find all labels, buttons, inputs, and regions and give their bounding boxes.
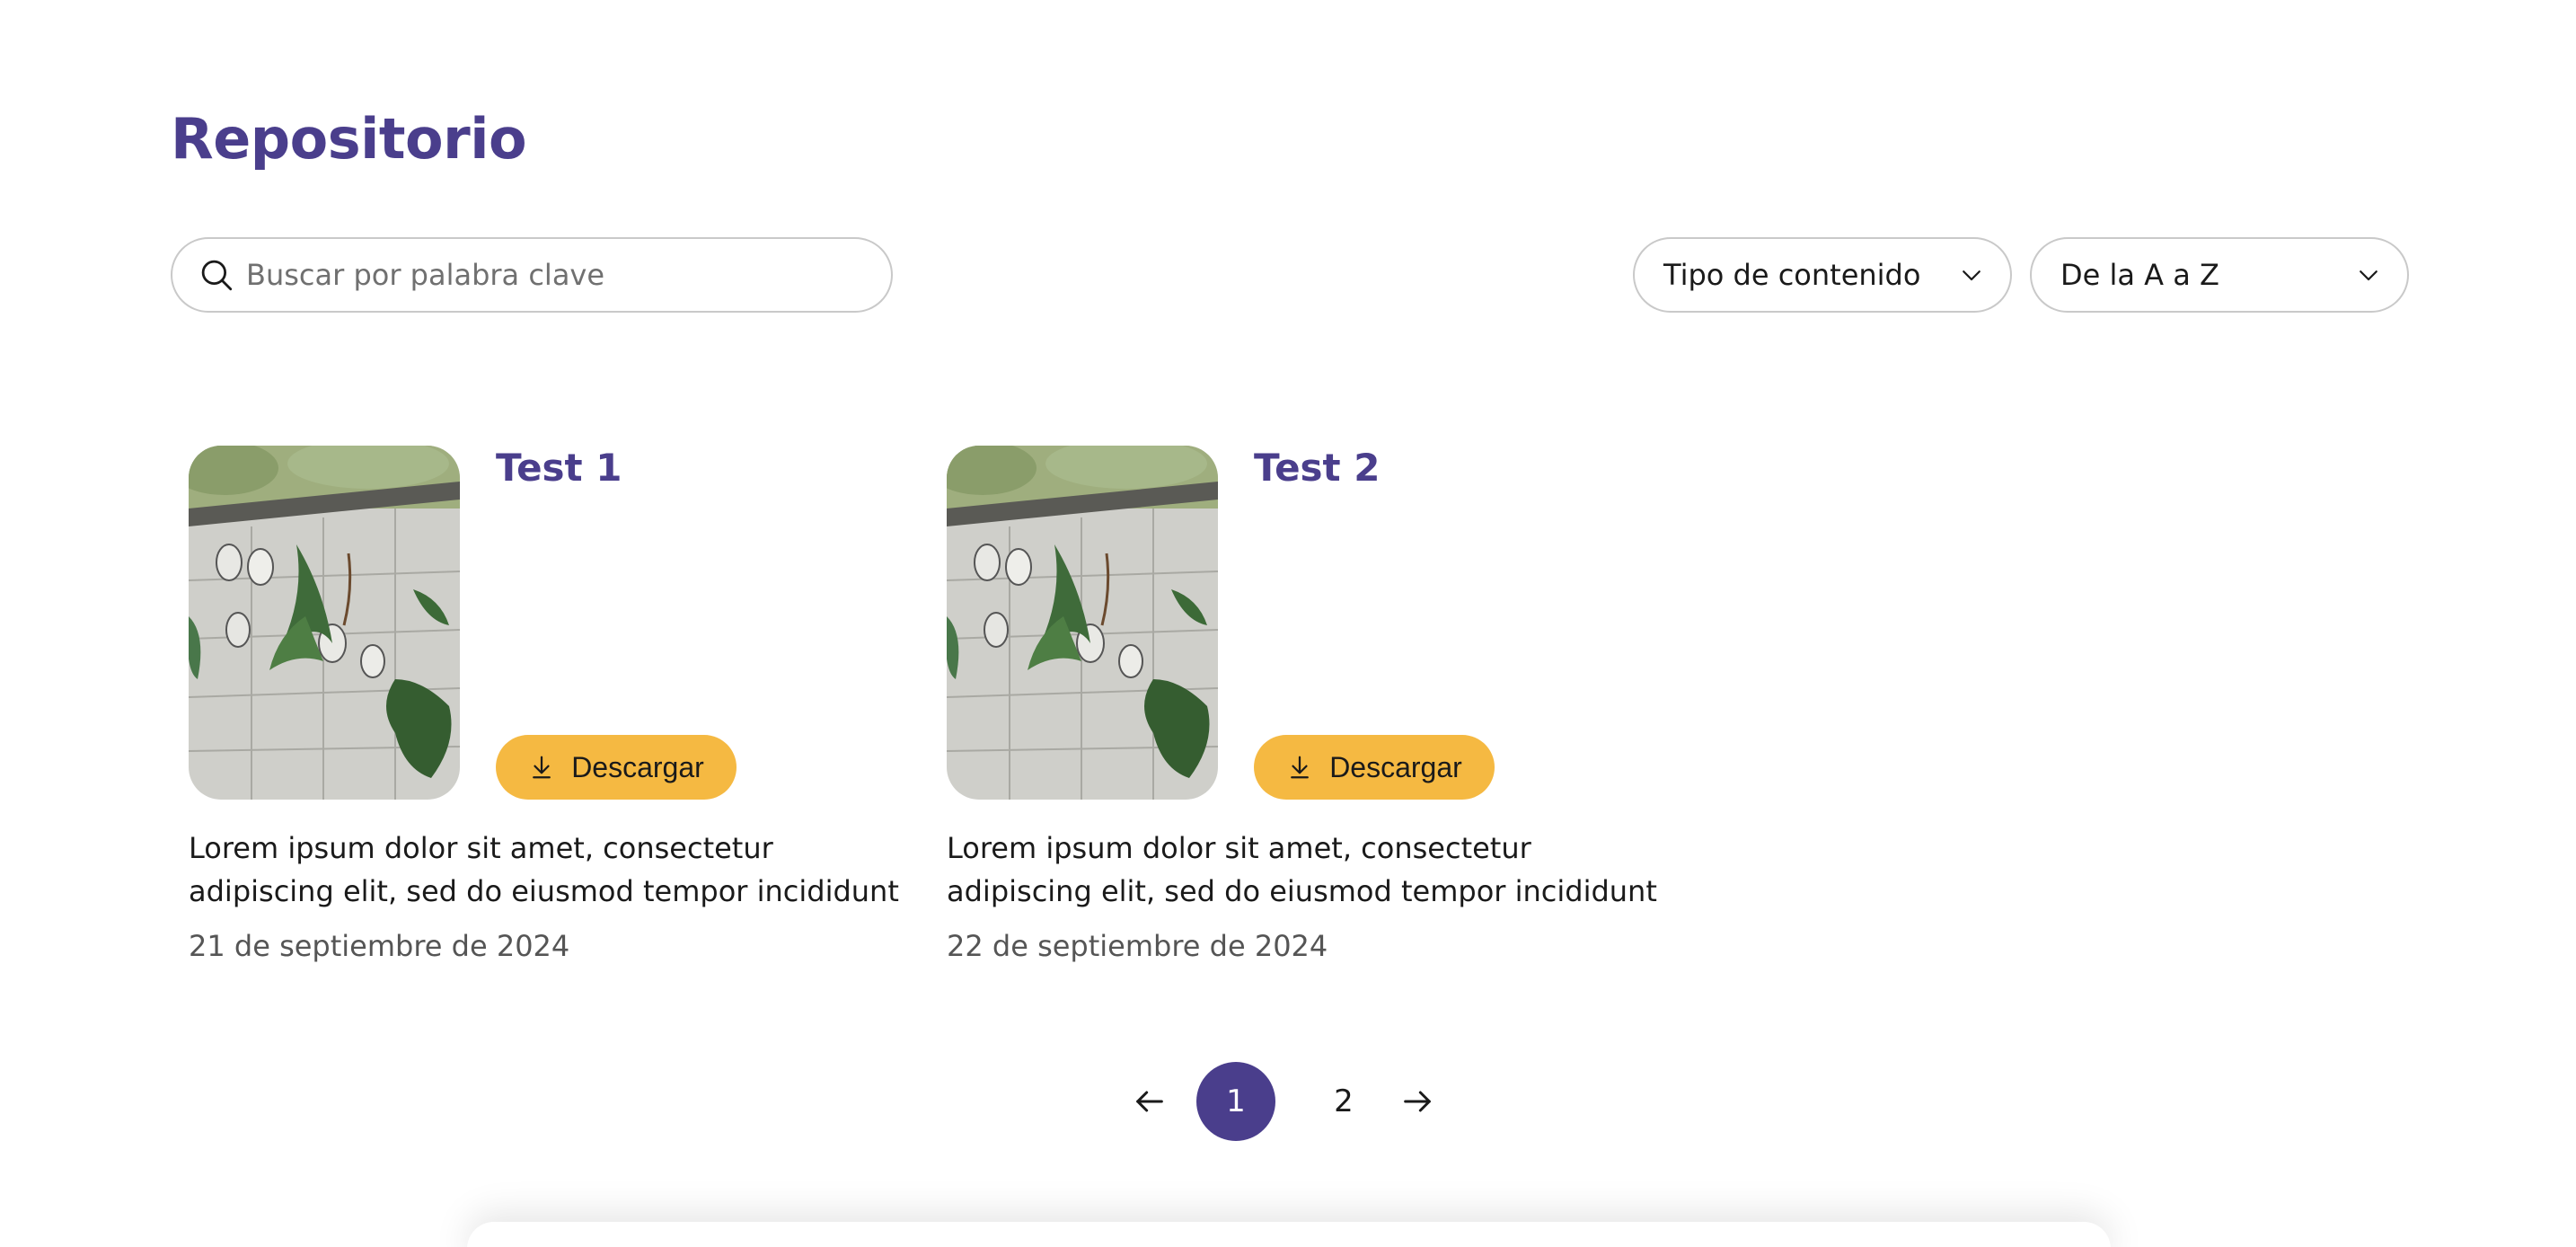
download-icon [533, 756, 551, 779]
card-title[interactable]: Test 1 [496, 446, 622, 490]
sort-select[interactable]: De la A a Z [2030, 237, 2409, 313]
chevron-down-icon [2360, 270, 2378, 281]
card-description: Lorem ipsum dolor sit amet, consectetur … [947, 831, 1657, 908]
chevron-down-icon [1963, 270, 1981, 281]
card-description: Lorem ipsum dolor sit amet, consectetur … [189, 831, 899, 908]
card-date: 22 de septiembre de 2024 [947, 929, 1328, 963]
repository-page: Repositorio Tipo de contenido De la A a … [0, 0, 2576, 1247]
page-button-2[interactable]: 2 [1304, 1062, 1383, 1141]
download-icon [1291, 756, 1310, 779]
content-type-select[interactable]: Tipo de contenido [1633, 237, 2012, 313]
download-label: Descargar [571, 750, 704, 783]
previous-page-button[interactable] [1123, 1075, 1177, 1128]
download-button[interactable]: Descargar [496, 735, 737, 800]
search-input[interactable] [246, 258, 875, 292]
card-title[interactable]: Test 2 [1254, 446, 1380, 490]
page-button-1[interactable]: 1 [1196, 1062, 1275, 1141]
pagination: 1 2 [1123, 1062, 1444, 1141]
card-thumbnail[interactable] [189, 446, 460, 800]
content-type-value: Tipo de contenido [1663, 258, 1921, 292]
card-date: 21 de septiembre de 2024 [189, 929, 570, 963]
arrow-right-icon [1404, 1091, 1431, 1112]
masks-wall-image [189, 446, 460, 800]
arrow-left-icon [1136, 1091, 1163, 1112]
download-button[interactable]: Descargar [1254, 735, 1495, 800]
download-label: Descargar [1329, 750, 1462, 783]
masks-wall-image [947, 446, 1218, 800]
footer-panel [467, 1222, 2111, 1247]
search-icon [201, 260, 233, 291]
page-title: Repositorio [171, 106, 527, 172]
card-thumbnail[interactable] [947, 446, 1218, 800]
search-box[interactable] [171, 237, 893, 313]
next-page-button[interactable] [1390, 1075, 1444, 1128]
sort-value: De la A a Z [2060, 258, 2219, 292]
